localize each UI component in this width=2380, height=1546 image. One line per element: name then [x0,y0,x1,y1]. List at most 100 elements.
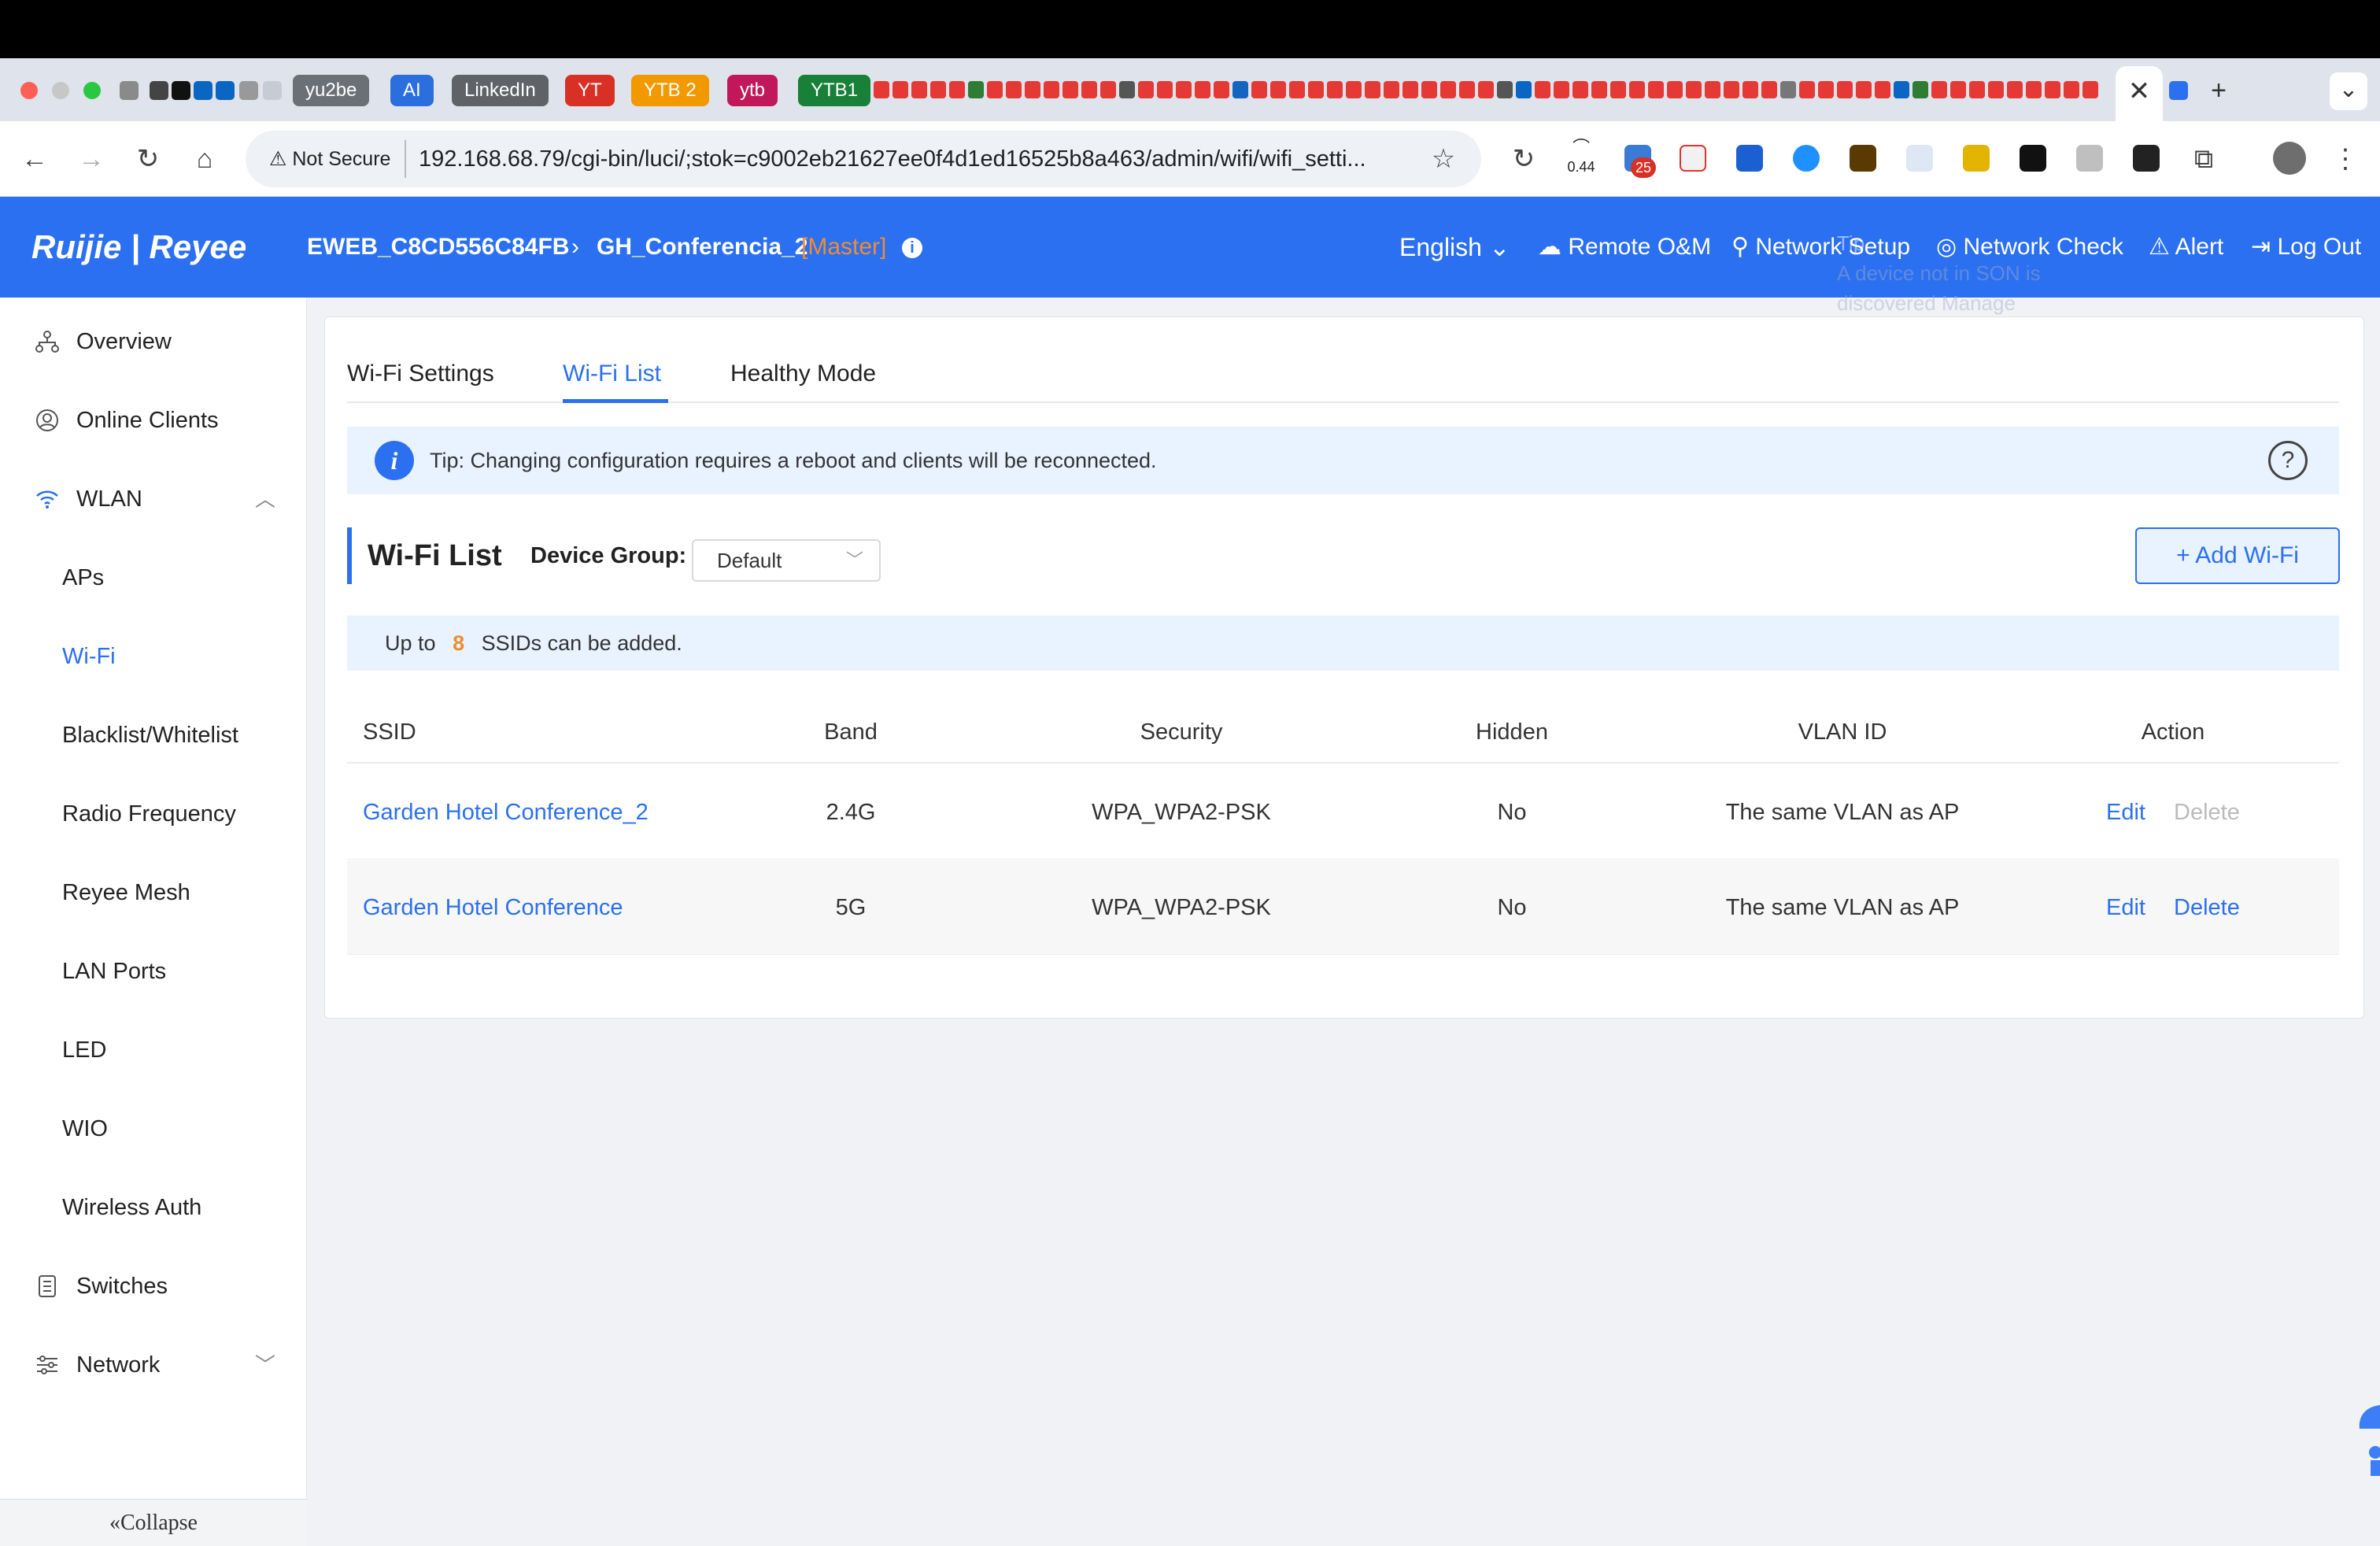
tab-favicon-icon[interactable] [1743,81,1758,98]
tab-favicon-icon[interactable] [1535,81,1550,98]
sidebar-item-wlan[interactable]: WLAN ︿ [0,460,305,538]
sidebar-item-lan-ports[interactable]: LAN Ports [0,932,305,1011]
edit-button[interactable]: Edit [2106,860,2145,955]
tab-favicon-icon[interactable] [1724,81,1739,98]
tab-search-icon[interactable]: ⌄ [2330,72,2367,110]
delete-button[interactable]: Delete [2174,860,2240,955]
extension-icon[interactable] [1906,145,1933,172]
column-header-hidden[interactable]: Hidden [1476,701,1548,764]
tab-favicon-icon[interactable] [1421,81,1437,98]
tab-favicon-icon[interactable] [1251,81,1267,98]
sidebar-item-wifi[interactable]: Wi-Fi [0,617,305,696]
tab-favicon-icon[interactable] [1591,81,1607,98]
bitwarden-icon[interactable] [1736,145,1763,172]
tab-favicon-icon[interactable] [1365,81,1380,98]
tab-group-chip[interactable]: AI [390,75,434,106]
device-group-select[interactable]: Default ﹀ [692,539,881,582]
add-wifi-button[interactable]: + Add Wi-Fi [2135,527,2340,584]
tab-favicon-icon[interactable] [1440,81,1456,98]
tab-favicon-icon[interactable] [1931,81,1947,98]
assistant-icon[interactable] [2344,1397,2380,1476]
pinned-tab-icon[interactable] [150,81,168,100]
tab-healthy-mode[interactable]: Healthy Mode [730,358,876,405]
tab-favicon-icon[interactable] [968,81,984,98]
tab-group-chip[interactable]: YT [565,75,615,106]
profile-avatar[interactable] [2273,142,2306,175]
browser-menu-icon[interactable]: ⋮ [2326,140,2364,178]
tab-favicon-icon[interactable] [1894,81,1909,98]
tab-favicon-icon[interactable] [1554,81,1569,98]
tab-favicon-icon[interactable] [1195,81,1210,98]
tab-favicon-icon[interactable] [1006,81,1022,98]
alert-link[interactable]: ⚠ Alert [2149,197,2223,298]
tab-favicon-icon[interactable] [1837,81,1853,98]
language-select[interactable]: English ⌄ [1399,197,1510,298]
extension-icon[interactable] [1963,145,1990,172]
tab-favicon-icon[interactable] [1308,81,1324,98]
tab-favicon-icon[interactable] [1950,81,1966,98]
tab-favicon-icon[interactable] [1610,81,1626,98]
extension-icon[interactable] [1680,145,1706,172]
tab-favicon-icon[interactable] [1270,81,1286,98]
tab-favicon-icon[interactable] [1761,81,1777,98]
tab-favicon-icon[interactable] [2064,81,2079,98]
tab-wifi-list[interactable]: Wi-Fi List [563,358,661,405]
tab-favicon-icon[interactable] [1327,81,1343,98]
tab-favicon-icon[interactable] [1799,81,1815,98]
info-icon[interactable]: i [902,238,922,258]
delete-button[interactable]: Delete [2174,765,2240,860]
close-tab-icon[interactable]: ✕ [2122,76,2156,107]
linkedin-icon[interactable] [194,81,213,100]
tab-favicon-icon[interactable] [1648,81,1664,98]
tab-favicon-icon[interactable] [1081,81,1097,98]
url-text[interactable]: 192.168.68.79/cgi-bin/luci/;stok=c9002eb… [419,140,1426,178]
tab-favicon-icon[interactable] [1459,81,1475,98]
remote-om-link[interactable]: ☁ Remote O&M [1538,197,1711,298]
tab-favicon-icon[interactable] [1478,81,1494,98]
ssid-link[interactable]: Garden Hotel Conference_2 [363,765,649,860]
sidebar-item-online-clients[interactable]: Online Clients [0,381,305,460]
tab-favicon-icon[interactable] [1780,81,1796,98]
tab-favicon-icon[interactable] [2082,81,2098,98]
tab-favicon-icon[interactable] [1025,81,1040,98]
tab-favicon-icon[interactable] [1969,81,1985,98]
tab-favicon-icon[interactable] [1289,81,1305,98]
tab-favicon-icon[interactable] [1516,81,1532,98]
tab-favicon-icon[interactable] [1044,81,1059,98]
tab-group-chip[interactable]: ytb [727,75,778,106]
tab-favicon-icon[interactable] [1384,81,1399,98]
column-header-ssid[interactable]: SSID [363,701,416,764]
tab-favicon-icon[interactable] [1497,81,1513,98]
tab-favicon-icon[interactable] [1667,81,1683,98]
home-icon[interactable]: ⌂ [186,140,224,178]
tab-favicon-icon[interactable] [874,81,889,98]
extension-icon[interactable] [2020,145,2046,172]
tab-favicons[interactable] [874,81,2106,100]
tab-group-chip[interactable]: yu2be [293,75,370,106]
zoom-window-button[interactable] [83,82,101,99]
tab-favicon-icon[interactable] [1988,81,2004,98]
tab-favicon-icon[interactable] [1062,81,1078,98]
sidebar-item-network[interactable]: Network ﹀ [0,1326,305,1404]
collapse-sidebar-button[interactable]: «Collapse [0,1499,307,1546]
tab-favicon-icon[interactable] [1176,81,1192,98]
sidebar-item-aps[interactable]: APs [0,538,305,617]
tab-favicon-icon[interactable] [1818,81,1834,98]
speed-extension-icon[interactable]: ⌒ 0.44 [1563,137,1599,181]
ruijie-tab-icon[interactable] [2169,81,2188,100]
pinned-tab-icon[interactable] [239,81,258,100]
forward-icon[interactable]: → [72,140,110,178]
bookmark-star-icon[interactable]: ☆ [1425,140,1462,178]
pinned-tab-icon[interactable] [263,81,282,100]
tab-favicon-icon[interactable] [1705,81,1720,98]
sidebar-item-wio[interactable]: WIO [0,1089,305,1168]
logout-link[interactable]: ⇥ Log Out [2251,197,2361,298]
extension-icon[interactable] [2076,145,2103,172]
reload-icon[interactable]: ↻ [129,140,167,178]
sidebar-item-reyee-mesh[interactable]: Reyee Mesh [0,853,305,932]
tab-favicon-icon[interactable] [2007,81,2023,98]
shazam-icon[interactable] [1793,145,1820,172]
tab-favicon-icon[interactable] [911,81,927,98]
ssid-link[interactable]: Garden Hotel Conference [363,860,623,955]
tab-favicon-icon[interactable] [1629,81,1645,98]
